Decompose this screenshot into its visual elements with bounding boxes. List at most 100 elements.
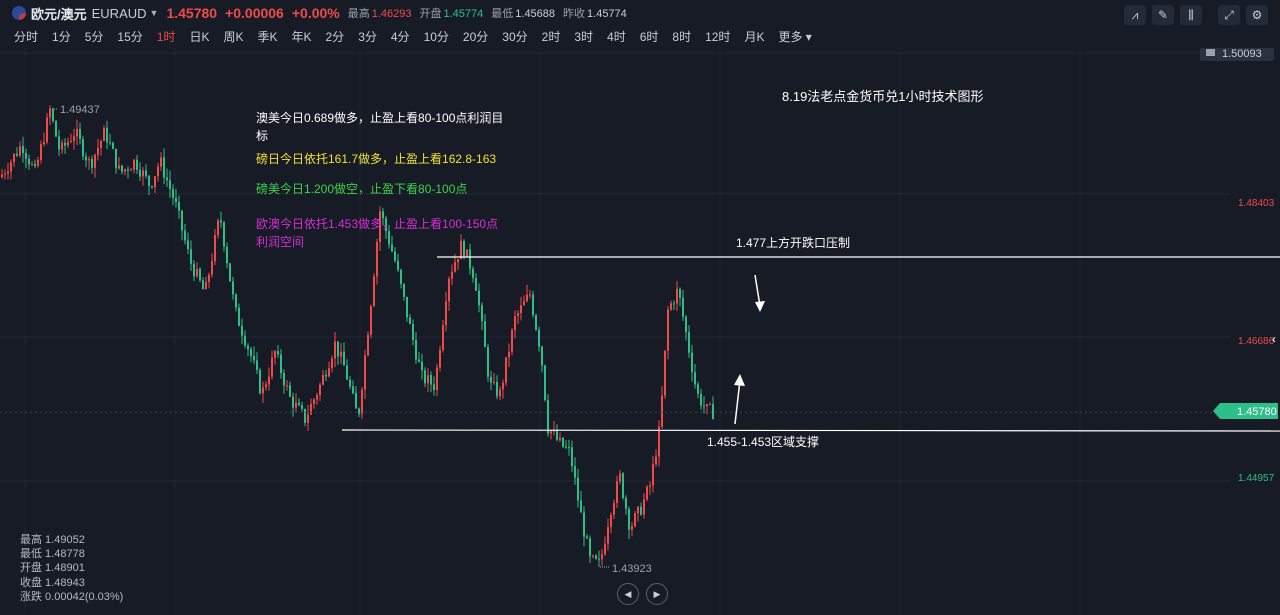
timeframe-16[interactable]: 3时 — [574, 28, 593, 45]
candle-body — [670, 303, 672, 310]
candle-type-icon[interactable]: ⫼ — [1180, 5, 1202, 25]
timeframe-4[interactable]: 1时 — [157, 28, 176, 45]
timeframe-3[interactable]: 15分 — [117, 28, 142, 45]
settings-icon[interactable]: ⚙ — [1246, 5, 1268, 25]
candle-body — [448, 278, 450, 302]
candle-body — [160, 157, 162, 167]
stat-value: 1.45688 — [515, 8, 556, 20]
candle-body — [298, 402, 300, 406]
symbol-code[interactable]: EURAUD — [92, 6, 147, 21]
candle — [700, 388, 702, 410]
candlestick-chart[interactable]: 1.49437 1.43923 8.19法老点金货币兑1小时技术图形澳美今日0.68… — [0, 48, 1280, 615]
timeframe-9[interactable]: 2分 — [326, 28, 345, 45]
candle-body — [118, 165, 120, 169]
candle — [391, 235, 393, 253]
timeframe-1[interactable]: 1分 — [52, 28, 71, 45]
timeframe-14[interactable]: 30分 — [502, 28, 527, 45]
candle — [232, 276, 234, 300]
fullscreen-icon[interactable]: ⤢ — [1218, 5, 1240, 25]
candle-body — [619, 473, 621, 482]
candle — [304, 408, 306, 427]
timeframe-11[interactable]: 4分 — [391, 28, 410, 45]
candle — [136, 154, 138, 175]
candle-body — [664, 350, 666, 396]
candle-body — [241, 325, 243, 336]
low-marker-label: 1.43923 — [612, 563, 652, 575]
indicator-icon[interactable]: ⩘ — [1124, 5, 1146, 25]
timeframe-2[interactable]: 5分 — [85, 28, 104, 45]
timeframe-13[interactable]: 20分 — [463, 28, 488, 45]
scroll-forward-button[interactable]: ▶︎ — [646, 583, 668, 605]
candle — [514, 310, 516, 339]
candle-body — [508, 351, 510, 358]
candle — [586, 534, 588, 539]
candle — [58, 129, 60, 157]
timeframe-7[interactable]: 季K — [257, 28, 277, 45]
candle — [265, 380, 267, 391]
draw-pen-icon[interactable]: ✎ — [1152, 5, 1174, 25]
candle — [364, 350, 366, 399]
candle-body — [466, 249, 468, 257]
candle-body — [220, 220, 222, 223]
chevron-down-icon[interactable]: ▼ — [150, 8, 159, 18]
candle-body — [706, 404, 708, 407]
candle — [571, 440, 573, 472]
timeframe-6[interactable]: 周K — [223, 28, 243, 45]
candle-body — [712, 404, 714, 420]
timeframe-22[interactable]: 更多 ▾ — [778, 28, 811, 45]
stat-value: 1.45774 — [587, 8, 627, 20]
price-axis-label-2: 1.46686 — [1238, 336, 1275, 347]
candle — [61, 139, 63, 154]
candle — [10, 159, 12, 180]
candle-body — [691, 352, 693, 373]
candle — [703, 396, 705, 414]
candle — [466, 249, 468, 257]
timeframe-19[interactable]: 8时 — [672, 28, 691, 45]
candle-body — [91, 159, 93, 168]
candle-body — [232, 281, 234, 295]
candle — [412, 319, 414, 346]
timeframe-0[interactable]: 分时 — [14, 28, 38, 45]
timeframe-5[interactable]: 日K — [189, 28, 209, 45]
candle — [49, 105, 51, 126]
candle-body — [649, 485, 651, 487]
timeframe-21[interactable]: 月K — [744, 28, 764, 45]
candle — [682, 289, 684, 322]
stat-3: 昨收 1.45774 — [563, 5, 627, 21]
candle — [7, 162, 9, 180]
symbol-name[interactable]: 欧元/澳元 — [31, 4, 87, 23]
candle — [319, 382, 321, 402]
collapse-axis-icon: ‹ — [1272, 332, 1276, 346]
candle-body — [235, 294, 237, 308]
candle-body — [457, 259, 459, 263]
candle-body — [460, 240, 462, 260]
candle-body — [238, 307, 240, 326]
candle-body — [19, 146, 21, 156]
candle-body — [202, 280, 204, 290]
candle — [22, 136, 24, 163]
candle-body — [388, 231, 390, 245]
candle-body — [325, 374, 327, 377]
scroll-back-button[interactable]: ◀︎ — [617, 583, 639, 605]
support-line — [341, 429, 1280, 432]
candle-body — [346, 365, 348, 380]
candle-body — [103, 127, 105, 141]
ohlc-close: 收盘 1.48943 — [20, 576, 85, 589]
candle-body — [343, 351, 345, 366]
candle-body — [358, 408, 360, 414]
timeframe-18[interactable]: 6时 — [640, 28, 659, 45]
timeframe-20[interactable]: 12时 — [705, 28, 730, 45]
timeframe-10[interactable]: 3分 — [358, 28, 377, 45]
timeframe-12[interactable]: 10分 — [424, 28, 449, 45]
timeframe-15[interactable]: 2时 — [542, 28, 561, 45]
candle — [343, 342, 345, 366]
timeframe-8[interactable]: 年K — [291, 28, 311, 45]
high-marker-label: 1.49437 — [60, 104, 100, 116]
candle — [607, 518, 609, 551]
candle-body — [28, 158, 30, 165]
candle — [259, 367, 261, 395]
candle-body — [265, 384, 267, 388]
candle — [697, 381, 699, 399]
candle-body — [58, 136, 60, 150]
timeframe-17[interactable]: 4时 — [607, 28, 626, 45]
